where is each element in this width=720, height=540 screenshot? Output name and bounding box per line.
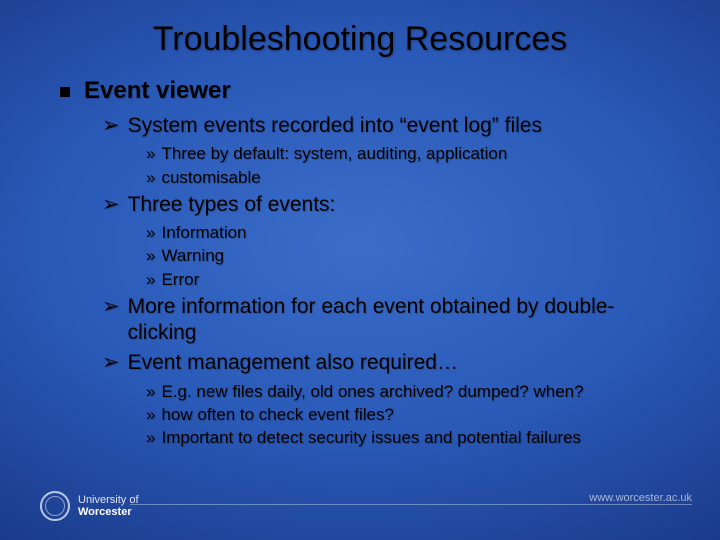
raquo-icon: » [146,167,155,188]
bullet-system-events: ➢ System events recorded into “event log… [102,113,680,139]
bullet-more-info: ➢ More information for each event obtain… [102,294,680,347]
bullet-text: Error [161,269,199,290]
bullet-text: System events recorded into “event log” … [128,113,542,139]
raquo-icon: » [146,404,155,425]
bullet-event-management: ➢ Event management also required… [102,350,680,376]
subbullet-new-files: » E.g. new files daily, old ones archive… [146,381,680,402]
bullet-text: Important to detect security issues and … [161,427,581,448]
footer-divider [130,504,692,505]
heading-text: Event viewer [84,77,231,105]
bullet-text: More information for each event obtained… [128,294,680,347]
bullet-text: Event management also required… [128,350,458,376]
slide-title: Troubleshooting Resources [40,20,680,59]
subbullet-warning: » Warning [146,245,680,266]
logo-line1: University of [78,494,139,506]
subbullet-error: » Error [146,269,680,290]
logo-mark-icon [40,491,70,521]
chevron-icon: ➢ [102,294,120,320]
raquo-icon: » [146,427,155,448]
logo-text: University of Worcester [78,494,139,518]
raquo-icon: » [146,245,155,266]
bullet-text: E.g. new files daily, old ones archived?… [161,381,583,402]
logo-line2: Worcester [78,506,139,518]
bullet-text: Warning [161,245,224,266]
square-bullet-icon [60,87,70,97]
footer: University of Worcester www.worcester.ac… [0,482,720,530]
heading-event-viewer: Event viewer [60,77,680,105]
subbullet-three-default: » Three by default: system, auditing, ap… [146,143,680,164]
chevron-icon: ➢ [102,350,120,376]
bullet-text: Three types of events: [128,192,336,218]
raquo-icon: » [146,381,155,402]
subbullet-detect-security: » Important to detect security issues an… [146,427,680,448]
subbullet-customisable: » customisable [146,167,680,188]
bullet-text: Three by default: system, auditing, appl… [161,143,507,164]
bullet-three-types: ➢ Three types of events: [102,192,680,218]
subbullet-information: » Information [146,222,680,243]
chevron-icon: ➢ [102,113,120,139]
bullet-text: how often to check event files? [161,404,393,425]
bullet-text: Information [161,222,246,243]
raquo-icon: » [146,222,155,243]
raquo-icon: » [146,143,155,164]
raquo-icon: » [146,269,155,290]
subbullet-how-often: » how often to check event files? [146,404,680,425]
slide: Troubleshooting Resources Event viewer ➢… [0,0,720,540]
footer-url: www.worcester.ac.uk [589,492,692,504]
chevron-icon: ➢ [102,192,120,218]
bullet-text: customisable [161,167,260,188]
university-logo: University of Worcester [40,491,139,521]
